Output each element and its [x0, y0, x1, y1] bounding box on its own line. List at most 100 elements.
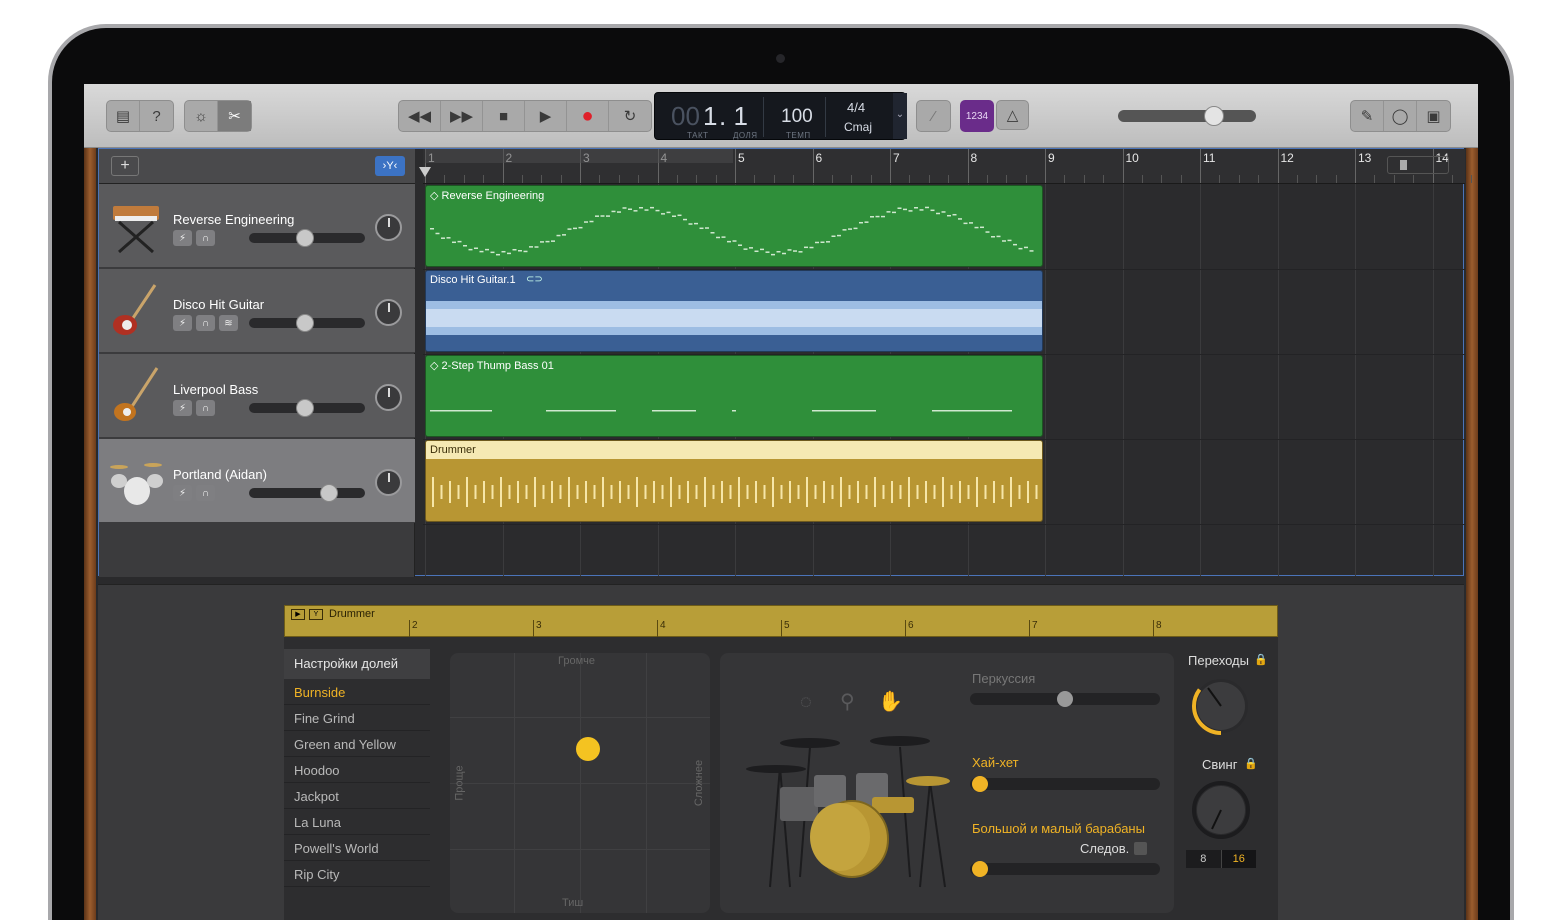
count-in-button[interactable]: 1234 [960, 100, 994, 132]
mute-icon[interactable]: ⚡︎ [173, 315, 192, 331]
timeline-ruler[interactable]: 1234567891011121314 [423, 149, 1473, 184]
xy-puck[interactable] [575, 737, 600, 762]
hihat-slider[interactable] [970, 776, 1160, 792]
kick-snare-knob[interactable] [972, 861, 988, 877]
library-icon[interactable]: ▤ [107, 101, 140, 131]
wood-strip-right [1466, 148, 1478, 920]
track-volume-knob[interactable] [296, 399, 314, 417]
headphones-solo-icon[interactable]: ∩ [196, 315, 215, 331]
follow-checkbox[interactable] [1134, 842, 1147, 855]
drum-kit-illustration[interactable] [740, 727, 960, 897]
track-volume-knob[interactable] [320, 484, 338, 502]
metronome-icon[interactable]: △ [996, 100, 1029, 130]
fills-knob[interactable] [1190, 675, 1252, 737]
headphones-solo-icon[interactable]: ∩ [196, 400, 215, 416]
beat-preset-item[interactable]: Powell's World [284, 835, 430, 861]
ruler-subtick [1064, 175, 1066, 183]
track-row[interactable]: Reverse Engineering ⚡︎ ∩ [99, 184, 415, 268]
play-region-icon[interactable]: ▶ [291, 609, 305, 620]
track-row[interactable]: Disco Hit Guitar ⚡︎ ∩ ≋ [99, 269, 415, 353]
shaker-icon[interactable]: ⚲ [840, 689, 855, 714]
play-icon[interactable]: ▶ [525, 101, 567, 131]
track-volume-knob[interactable] [296, 314, 314, 332]
input-monitor-icon[interactable]: ≋ [219, 315, 238, 331]
cycle-icon[interactable]: ↻ [609, 101, 651, 131]
fast-forward-icon[interactable]: ▶▶ [441, 101, 483, 131]
record-icon[interactable]: ● [567, 101, 609, 131]
master-volume-knob[interactable] [1204, 106, 1224, 126]
lcd-dropdown-chevron-icon[interactable]: ⌄ [893, 93, 907, 139]
stop-icon[interactable]: ■ [483, 101, 525, 131]
track-region[interactable]: Drummer [425, 440, 1043, 522]
track-volume-slider[interactable] [249, 484, 365, 502]
mute-icon[interactable]: ⚡︎ [173, 400, 192, 416]
track-volume-knob[interactable] [296, 229, 314, 247]
ruler-subtick [696, 175, 698, 183]
track-volume-slider[interactable] [249, 399, 365, 417]
zoom-slider[interactable] [1387, 156, 1449, 174]
region-name: Drummer [430, 444, 476, 456]
beat-preset-item[interactable]: Rip City [284, 861, 430, 887]
playhead-marker-icon[interactable] [419, 167, 432, 179]
track-pan-knob[interactable] [375, 384, 402, 411]
drummer-region-icon[interactable]: Y [309, 609, 323, 620]
master-volume-slider[interactable] [1118, 106, 1256, 126]
beat-preset-item[interactable]: Green and Yellow [284, 731, 430, 757]
lcd-tempo: 100 [781, 106, 813, 127]
swing-note-toggle[interactable]: 8 16 [1186, 850, 1256, 868]
ruler-subtick [676, 175, 678, 183]
track-region[interactable]: ⊂⊃ Disco Hit Guitar.1 [425, 270, 1043, 352]
kick-snare-slider[interactable] [970, 861, 1160, 877]
beat-preset-item[interactable]: Jackpot [284, 783, 430, 809]
track-region[interactable]: ◇ Reverse Engineering [425, 185, 1043, 267]
swing-label: Свинг [1202, 757, 1238, 772]
lcd-bar-label: ТАКТ [687, 131, 709, 140]
editor-ruler[interactable]: ▶ Y Drummer 2 3 4 5 6 7 8 [284, 605, 1278, 637]
xy-pad[interactable]: Громче Тиш Проще Сложнее [450, 653, 710, 913]
cycle-area[interactable] [425, 149, 733, 163]
headphones-solo-icon[interactable]: ∩ [196, 485, 215, 501]
mute-icon[interactable]: ⚡︎ [173, 230, 192, 246]
ruler-subtick [986, 175, 988, 183]
loop-link-icon[interactable]: ⊂⊃ [526, 274, 543, 285]
hihat-knob[interactable] [972, 776, 988, 792]
media-browser-icon[interactable]: ▣ [1417, 101, 1450, 131]
loop-browser-icon[interactable]: ◯ [1384, 101, 1417, 131]
swing-knob[interactable] [1190, 779, 1252, 841]
clap-icon[interactable]: ✋ [878, 689, 903, 714]
lcd-display[interactable]: 00 1 . 1 ТАКТ ДОЛЯ 100 ТЕМП 4/4 Cmaj ⌄ [654, 92, 907, 140]
track-pan-knob[interactable] [375, 469, 402, 496]
track-pan-knob[interactable] [375, 299, 402, 326]
ruler-subtick [928, 175, 930, 183]
rewind-icon[interactable]: ◀◀ [399, 101, 441, 131]
swing-lock-icon[interactable]: 🔒 [1244, 757, 1258, 770]
note-pad-icon[interactable]: ✎ [1351, 101, 1384, 131]
track-volume-slider[interactable] [249, 229, 365, 247]
swing-16-button[interactable]: 16 [1220, 850, 1256, 868]
beat-preset-item[interactable]: Burnside [284, 679, 430, 705]
track-volume-slider[interactable] [249, 314, 365, 332]
lcd-tempo-label: ТЕМП [786, 131, 811, 140]
track-region[interactable]: ◇ 2-Step Thump Bass 01 [425, 355, 1043, 437]
track-row[interactable]: Liverpool Bass ⚡︎ ∩ [99, 354, 415, 438]
beat-preset-item[interactable]: Fine Grind [284, 705, 430, 731]
mute-icon[interactable]: ⚡︎ [173, 485, 192, 501]
percussion-slider[interactable] [970, 691, 1160, 707]
fills-lock-icon[interactable]: 🔒 [1254, 653, 1268, 666]
editors-scissors-icon[interactable]: ✂ [218, 101, 251, 131]
track-row[interactable]: Portland (Aidan) ⚡︎ ∩ [99, 439, 415, 523]
beat-preset-item[interactable]: Hoodoo [284, 757, 430, 783]
smart-filter-icon[interactable]: ›Y‹ [375, 156, 405, 176]
tambourine-icon[interactable]: ◌ [800, 691, 812, 714]
smart-controls-icon[interactable]: ☼ [185, 101, 218, 131]
help-icon[interactable]: ? [140, 101, 173, 131]
lane-divider [423, 524, 1465, 525]
add-track-button[interactable]: + [111, 156, 139, 176]
zoom-knob[interactable] [1400, 160, 1407, 170]
swing-8-button[interactable]: 8 [1186, 850, 1221, 868]
track-pan-knob[interactable] [375, 214, 402, 241]
tuner-icon[interactable]: ⁄ [917, 101, 950, 131]
percussion-knob[interactable] [1057, 691, 1073, 707]
beat-preset-item[interactable]: La Luna [284, 809, 430, 835]
headphones-solo-icon[interactable]: ∩ [196, 230, 215, 246]
